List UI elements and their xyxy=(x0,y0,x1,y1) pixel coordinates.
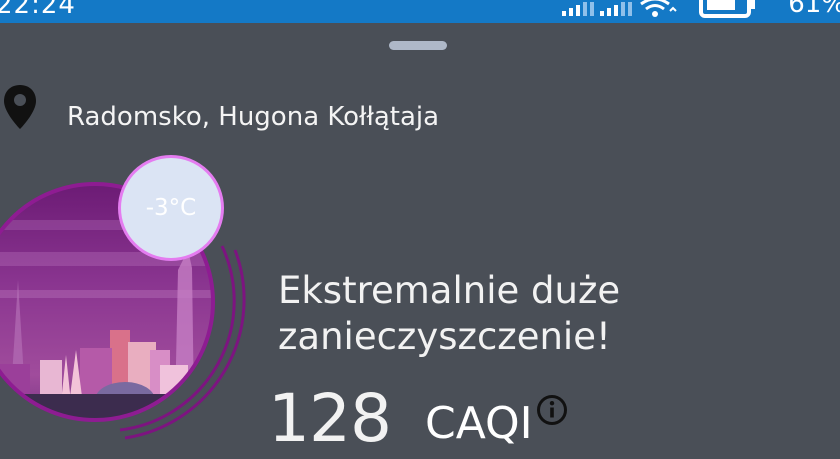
battery-icon xyxy=(699,0,755,18)
temperature-value: -3°C xyxy=(145,195,197,221)
info-icon[interactable] xyxy=(535,393,569,427)
location-name[interactable]: Radomsko, Hugona Kołłątaja xyxy=(67,102,439,132)
signal-icon xyxy=(600,2,632,16)
status-icons: 61% xyxy=(540,0,840,23)
air-quality-message-line1: Ekstremalnie duże xyxy=(278,269,621,312)
aqi-unit: CAQI xyxy=(425,398,533,449)
battery-percent: 61% xyxy=(788,0,840,19)
air-quality-message: Ekstremalnie duże zanieczyszczenie! xyxy=(278,268,778,360)
temperature-badge: -3°C xyxy=(118,155,224,261)
location-pin-icon xyxy=(4,85,36,129)
air-quality-message-line2: zanieczyszczenie! xyxy=(278,315,611,358)
status-time: 22:24 xyxy=(0,0,76,20)
signal-icon xyxy=(562,2,594,16)
status-bar: 22:24 61% xyxy=(0,0,840,23)
sheet-drag-handle[interactable] xyxy=(389,41,447,50)
wifi-icon xyxy=(640,0,677,17)
aqi-value: 128 xyxy=(268,380,392,457)
